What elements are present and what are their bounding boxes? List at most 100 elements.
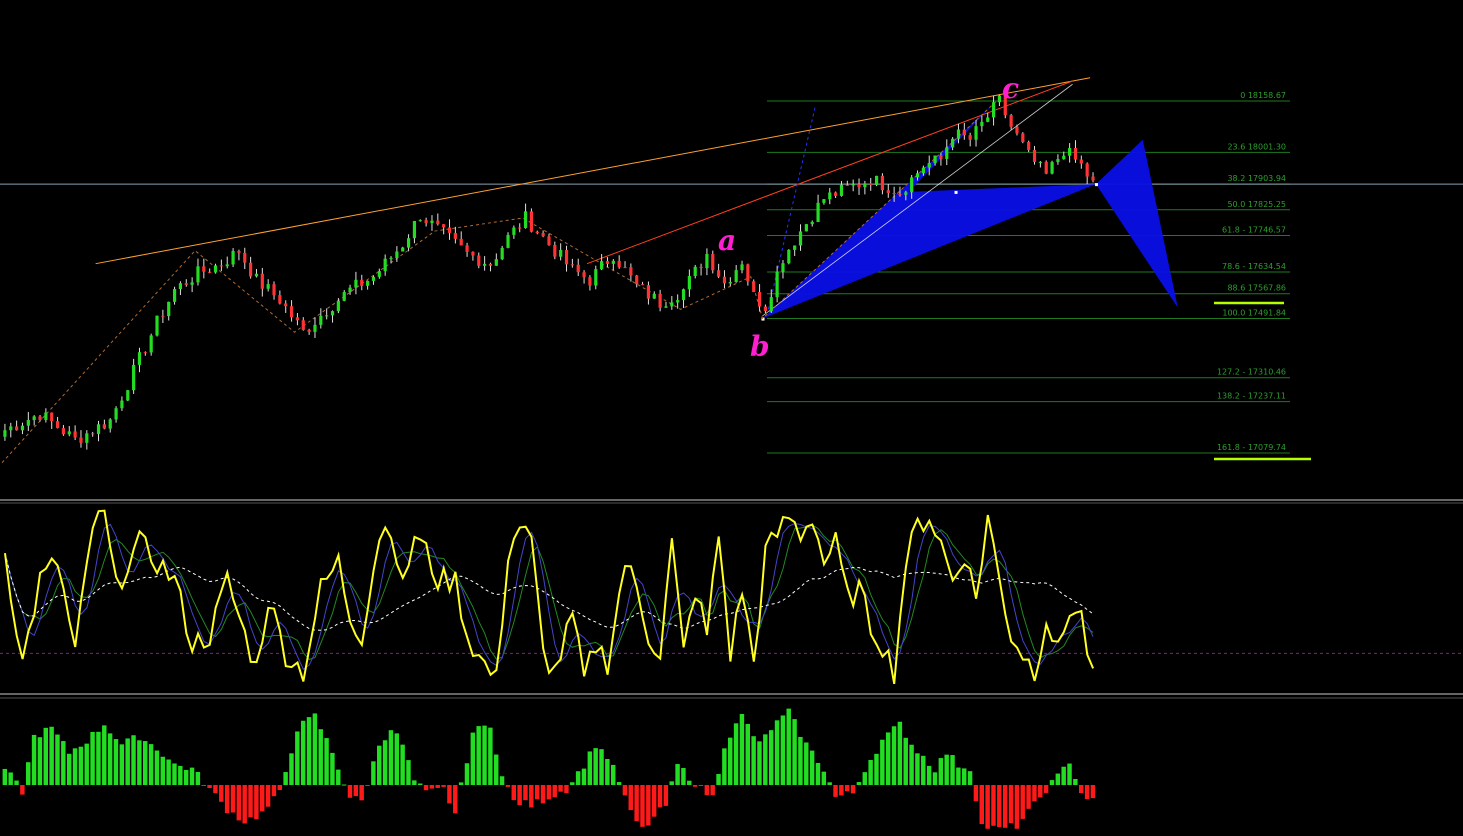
histogram-bar xyxy=(611,764,616,785)
histogram-bar xyxy=(8,772,13,785)
histogram-bar xyxy=(283,772,288,785)
histogram-bar xyxy=(119,744,125,785)
histogram-bar xyxy=(1090,785,1096,799)
candle-body xyxy=(746,264,750,282)
candle-body xyxy=(184,283,188,285)
histogram-bar xyxy=(166,759,171,785)
histogram-bar xyxy=(2,768,8,785)
candle-body xyxy=(681,289,686,301)
candle-body xyxy=(219,265,223,267)
candle-body xyxy=(611,260,615,264)
candle-body xyxy=(921,167,925,174)
candle-body xyxy=(15,426,19,431)
histogram-bar xyxy=(289,753,294,785)
price-pane[interactable]: 0 18158.67 23.6 18001.30 38.2 17903.94 50.0… xyxy=(0,72,1463,464)
candle-body xyxy=(798,231,803,246)
candle-body xyxy=(640,284,645,286)
candle-body xyxy=(869,183,873,186)
candle-body xyxy=(892,193,896,195)
candle-body xyxy=(863,183,867,188)
histogram-bar xyxy=(891,726,897,785)
histogram-bar xyxy=(1020,785,1025,819)
histogram-bar xyxy=(26,762,31,785)
candle-body xyxy=(453,232,457,239)
candle-body xyxy=(1056,159,1060,163)
histogram-bar xyxy=(20,785,25,795)
histogram-bar xyxy=(926,765,932,785)
stochastic-oscillator-pane[interactable] xyxy=(0,509,1463,685)
candle-body xyxy=(38,416,42,420)
histogram-bar xyxy=(885,732,891,785)
histogram-bar xyxy=(84,743,89,785)
candle-body xyxy=(699,266,703,269)
candle-body xyxy=(547,236,551,245)
histogram-bar xyxy=(66,753,72,785)
fib-label-4: 61.8 - 17746.57 xyxy=(1222,225,1286,234)
histogram-bar xyxy=(552,785,557,798)
candle-body xyxy=(687,275,691,290)
pattern-point-d xyxy=(1094,183,1098,187)
histogram-bar xyxy=(178,765,183,785)
histogram-bar xyxy=(985,785,990,829)
candle-body xyxy=(102,424,106,429)
histogram-bar xyxy=(236,785,242,821)
candle-body xyxy=(1038,161,1042,163)
histogram-bar xyxy=(786,708,791,785)
histogram-bar xyxy=(845,785,850,792)
histogram-bar xyxy=(833,785,838,797)
macd-histogram-pane[interactable] xyxy=(2,708,1096,829)
candle-body xyxy=(676,300,680,303)
candle-body xyxy=(535,231,539,234)
candle-body xyxy=(664,306,668,308)
candle-body xyxy=(711,253,715,271)
histogram-bar xyxy=(458,782,464,785)
candle-body xyxy=(412,220,417,239)
candle-body xyxy=(828,192,832,200)
candle-body xyxy=(734,270,738,283)
candle-body xyxy=(237,250,241,253)
wave-label-a: a xyxy=(718,224,736,257)
candle-body xyxy=(658,293,662,308)
histogram-bar xyxy=(669,781,674,785)
candle-body xyxy=(319,315,323,325)
candle-body xyxy=(594,269,598,286)
candle-body xyxy=(483,263,487,266)
candle-body xyxy=(167,301,171,317)
histogram-bar xyxy=(207,785,212,789)
histogram-bar xyxy=(616,782,622,785)
histogram-bar xyxy=(862,772,867,785)
histogram-bar xyxy=(1055,773,1061,785)
histogram-bar xyxy=(365,785,370,786)
candle-body xyxy=(588,277,592,286)
histogram-bar xyxy=(90,731,95,785)
candle-body xyxy=(278,295,282,304)
histogram-bar xyxy=(698,785,704,786)
candle-body xyxy=(670,302,674,307)
candle-body xyxy=(114,408,118,420)
trading-chart[interactable]: 0 18158.67 23.6 18001.30 38.2 17903.94 50.0… xyxy=(0,0,1463,836)
histogram-bar xyxy=(1043,785,1049,793)
candle-body xyxy=(781,263,785,272)
histogram-bar xyxy=(412,780,417,785)
histogram-bar xyxy=(312,713,318,785)
histogram-bar xyxy=(921,755,926,785)
candle-body xyxy=(284,303,288,307)
histogram-bar xyxy=(1008,785,1014,824)
histogram-bar xyxy=(219,785,224,802)
candle-body xyxy=(722,276,727,284)
fib-label-9: 138.2 - 17237.11 xyxy=(1217,392,1286,401)
candle-body xyxy=(243,252,247,263)
candle-body xyxy=(518,227,522,229)
candle-body xyxy=(32,416,36,421)
histogram-bar xyxy=(681,767,686,785)
pattern-triangle-2 xyxy=(1095,139,1178,308)
histogram-bar xyxy=(1084,785,1090,800)
histogram-bar xyxy=(43,727,48,785)
histogram-bar xyxy=(1067,763,1072,785)
candle-body xyxy=(91,433,95,435)
candle-body xyxy=(348,287,352,293)
histogram-bar xyxy=(254,785,259,820)
candle-body xyxy=(272,284,276,296)
histogram-bar xyxy=(505,785,511,787)
candle-body xyxy=(1021,133,1025,143)
